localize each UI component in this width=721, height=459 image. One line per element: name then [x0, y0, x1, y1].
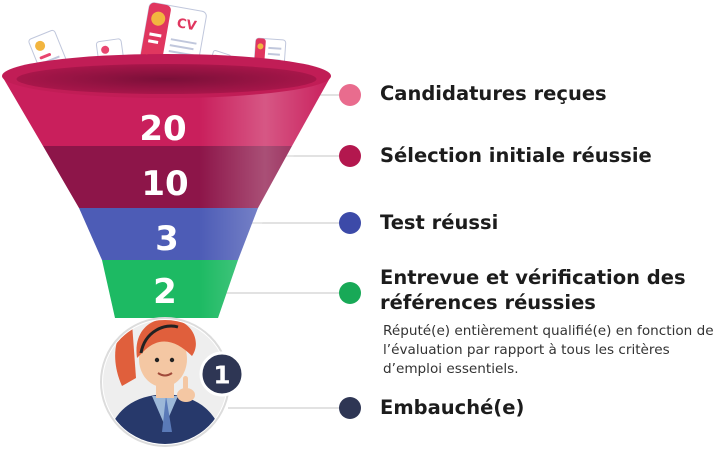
hired-person-illustration: 1 [100, 317, 245, 447]
stage-marker-2 [339, 145, 361, 167]
stage-marker-4 [339, 282, 361, 304]
stage-label-initial-screening: Sélection initiale réussie [380, 144, 652, 167]
stage-marker-5 [339, 397, 361, 419]
funnel-count-2: 2 [153, 272, 177, 312]
hire-count: 1 [213, 361, 230, 390]
stage-label-interview: Entrevue et vérification des références … [380, 266, 686, 314]
funnel-diagram: CV 20 10 3 2 1 [2, 2, 361, 447]
stage-label-test: Test réussi [380, 211, 499, 234]
funnel-count-10: 10 [141, 164, 188, 204]
stage-label-hired: Embauché(e) [380, 396, 525, 419]
funnel-count-3: 3 [155, 219, 179, 259]
hire-criteria-note: Réputé(e) entièrement qualifié(e) en fon… [383, 323, 714, 377]
funnel: 20 10 3 2 [2, 54, 331, 318]
stage-label-received: Candidatures reçues [380, 82, 607, 105]
stage-marker-3 [339, 212, 361, 234]
stage-marker-1 [339, 84, 361, 106]
stage-markers [339, 84, 361, 419]
funnel-count-20: 20 [139, 109, 186, 149]
